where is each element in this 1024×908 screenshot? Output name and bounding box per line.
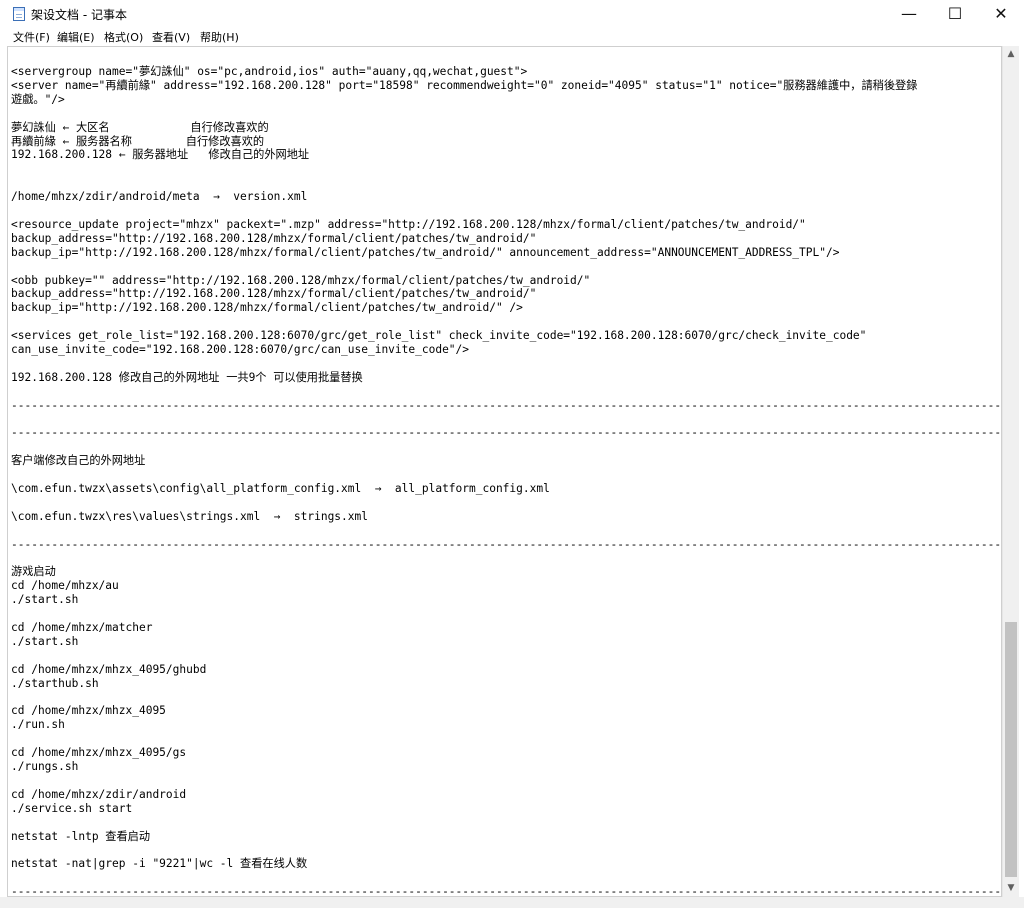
text-line: 客户端修改自己的外网地址 [11,454,146,468]
text-line: \com.efun.twzx\assets\config\all_platfor… [11,482,550,495]
text-line: ----------------------------------------… [11,398,1002,412]
vertical-scrollbar[interactable]: ▲ ▼ [1002,46,1019,897]
text-line: <services get_role_list="192.168.200.128… [11,329,867,343]
text-line: <resource_update project="mhzx" packext=… [11,217,806,231]
text-line: \com.efun.twzx\res\values\strings.xml → … [11,509,368,523]
text-line: 遊戲。"/> [11,92,65,106]
menu-format[interactable]: 格式(O) [104,29,143,45]
text-line: cd /home/mhzx/zdir/android [11,787,187,801]
text-line: netstat -nat|grep -i "9221"|wc -l 查看在线人数 [11,857,308,871]
text-line: backup_ip="http://192.168.200.128/mhzx/f… [11,301,523,315]
notepad-icon [13,7,25,21]
scrollbar-thumb[interactable] [1005,622,1017,877]
minimize-button[interactable]: — [886,0,932,28]
text-line: 192.168.200.128 修改自己的外网地址 一共9个 可以使用批量替换 [11,370,363,384]
text-line: 夢幻誅仙 ← 大区名 自行修改喜欢的 [11,120,269,134]
menu-edit[interactable]: 编辑(E) [57,29,95,45]
text-line: ./service.sh start [11,801,133,815]
text-line: ./start.sh [11,634,79,648]
text-line: ----------------------------------------… [11,537,1002,551]
text-line: 游戏启动 [11,565,56,579]
close-button[interactable]: ✕ [978,0,1024,28]
menu-view[interactable]: 查看(V) [152,29,190,45]
text-line: ./run.sh [11,718,65,732]
text-line: backup_ip="http://192.168.200.128/mhzx/f… [11,245,840,259]
scroll-down-arrow-icon[interactable]: ▼ [1003,880,1019,897]
text-line: <server name="再續前緣" address="192.168.200… [11,78,918,92]
text-editor[interactable]: <servergroup name="夢幻誅仙" os="pc,android,… [7,46,1002,897]
text-line: ./start.sh [11,593,79,607]
text-line: cd /home/mhzx/au [11,579,119,593]
text-line: cd /home/mhzx/matcher [11,621,153,634]
text-line: cd /home/mhzx/mhzx_4095/ghubd [11,662,207,676]
text-line: 再續前緣 ← 服务器名称 自行修改喜欢的 [11,134,265,148]
scroll-up-arrow-icon[interactable]: ▲ [1003,46,1019,63]
text-line: ----------------------------------------… [11,426,1002,440]
maximize-button[interactable]: ☐ [932,0,978,28]
text-line: <obb pubkey="" address="http://192.168.2… [11,273,591,287]
title-bar: 架设文档 - 记事本 — ☐ ✕ [0,0,1024,29]
text-line: backup_address="http://192.168.200.128/m… [11,231,537,245]
text-line: netstat -lntp 查看启动 [11,829,151,843]
text-line: <servergroup name="夢幻誅仙" os="pc,android,… [11,65,528,78]
text-line: ./starthub.sh [11,676,99,690]
text-line: 192.168.200.128 ← 服务器地址 修改自己的外网地址 [11,148,310,162]
menu-bar: 文件(F) 编辑(E) 格式(O) 查看(V) 帮助(H) [0,28,1024,46]
text-line: can_use_invite_code="192.168.200.128:607… [11,343,470,356]
menu-help[interactable]: 帮助(H) [200,29,239,45]
text-line: ./rungs.sh [11,760,79,773]
text-line: ----------------------------------------… [11,885,1002,897]
horizontal-scrollbar-strip [0,897,1024,908]
window-title: 架设文档 - 记事本 [31,8,127,22]
text-line: backup_address="http://192.168.200.128/m… [11,287,537,301]
text-line: /home/mhzx/zdir/android/meta → version.x… [11,190,308,204]
menu-file[interactable]: 文件(F) [13,29,50,45]
text-line: cd /home/mhzx/mhzx_4095/gs [11,746,187,760]
text-line: cd /home/mhzx/mhzx_4095 [11,704,166,718]
